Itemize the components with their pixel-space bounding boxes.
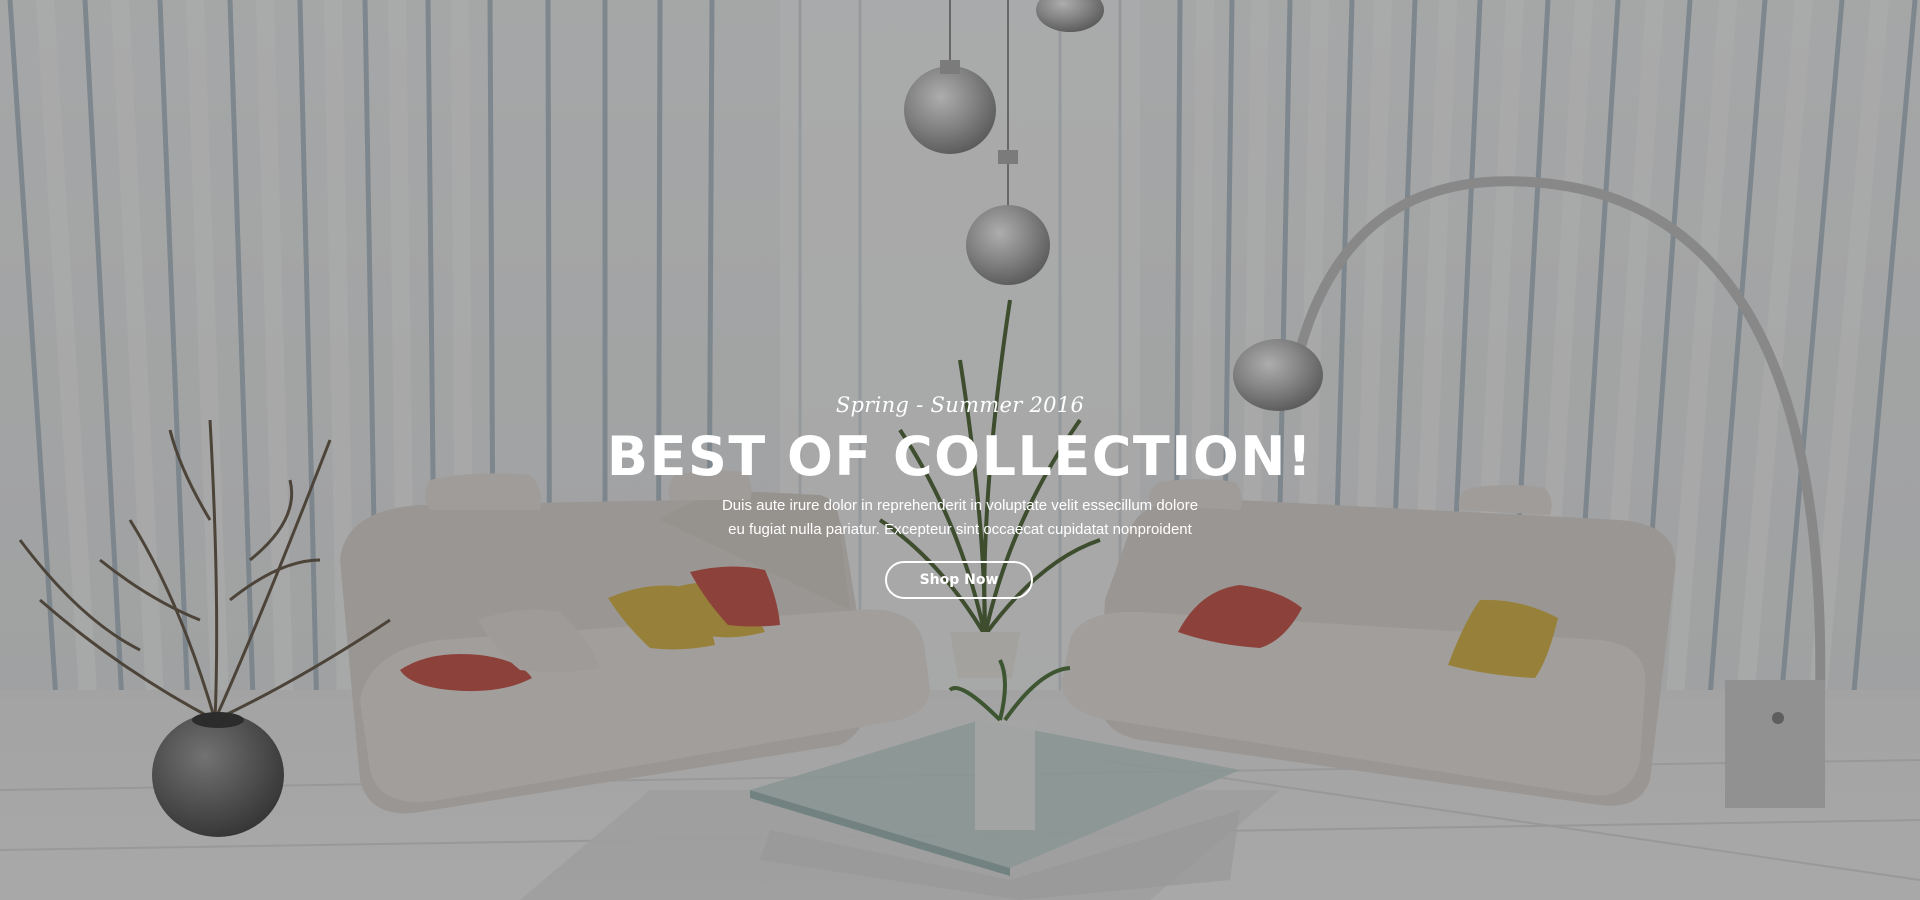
hero-dark-overlay — [0, 0, 1920, 900]
hero-slider: Spring - Summer 2016 BEST OF COLLECTION!… — [0, 0, 1920, 900]
shop-now-button[interactable]: Shop Now — [885, 561, 1033, 599]
